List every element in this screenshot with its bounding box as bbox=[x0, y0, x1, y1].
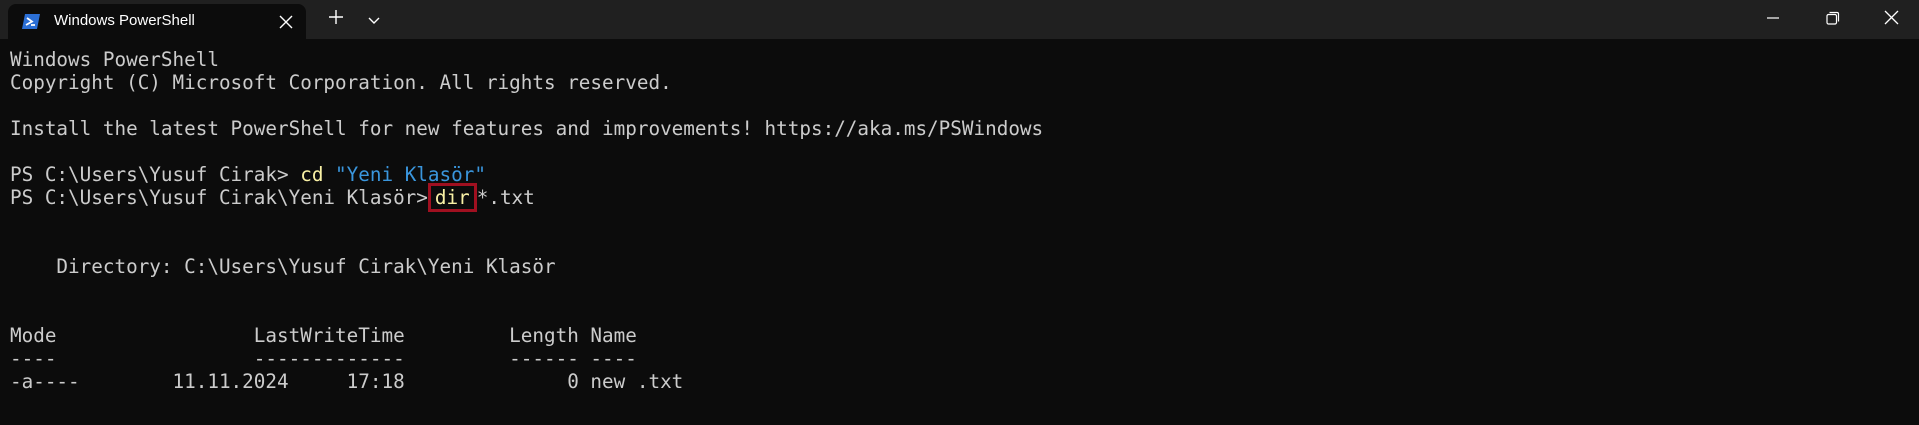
terminal-output[interactable]: Windows PowerShell Copyright (C) Microso… bbox=[10, 48, 1910, 418]
command-line-2: PS C:\Users\Yusuf Cirak\Yeni Klasör> dir *… bbox=[10, 183, 1910, 212]
prompt: PS C:\Users\Yusuf Cirak\Yeni Klasör> bbox=[10, 186, 428, 209]
command-keyword: cd bbox=[300, 163, 324, 186]
minimize-icon bbox=[1766, 10, 1780, 29]
command-argument: "Yeni Klasör" bbox=[335, 163, 486, 186]
prompt: PS C:\Users\Yusuf Cirak> bbox=[10, 163, 301, 186]
table-header: Mode LastWriteTime Length Name bbox=[10, 324, 637, 347]
close-icon[interactable] bbox=[276, 12, 296, 32]
close-window-button[interactable] bbox=[1862, 0, 1919, 39]
table-separator: ---- ------------- ------ ---- bbox=[10, 347, 637, 370]
table-row: -a---- 11.11.2024 17:18 0 new .txt bbox=[10, 370, 684, 393]
command-argument: *.txt bbox=[476, 186, 535, 209]
install-notice: Install the latest PowerShell for new fe… bbox=[10, 117, 1044, 140]
tab-dropdown-button[interactable] bbox=[356, 4, 392, 34]
chevron-down-icon bbox=[368, 10, 380, 29]
highlighted-command-keyword: dir bbox=[427, 183, 477, 212]
restore-icon bbox=[1826, 10, 1840, 29]
tab-windows-powershell[interactable]: Windows PowerShell bbox=[8, 4, 306, 39]
tab-title: Windows PowerShell bbox=[54, 12, 195, 29]
minimize-button[interactable] bbox=[1744, 0, 1802, 39]
title-bar: Windows PowerShell bbox=[0, 0, 1919, 39]
copyright-line: Copyright (C) Microsoft Corporation. All… bbox=[10, 71, 672, 94]
directory-line: Directory: C:\Users\Yusuf Cirak\Yeni Kla… bbox=[10, 255, 556, 278]
new-tab-button[interactable] bbox=[318, 4, 354, 34]
command-line-1: PS C:\Users\Yusuf Cirak> cd "Yeni Klasör… bbox=[10, 163, 1910, 186]
restore-button[interactable] bbox=[1804, 0, 1862, 39]
powershell-icon bbox=[22, 12, 41, 31]
close-icon bbox=[1884, 10, 1899, 29]
banner-title: Windows PowerShell bbox=[10, 48, 219, 71]
plus-icon bbox=[328, 9, 344, 29]
